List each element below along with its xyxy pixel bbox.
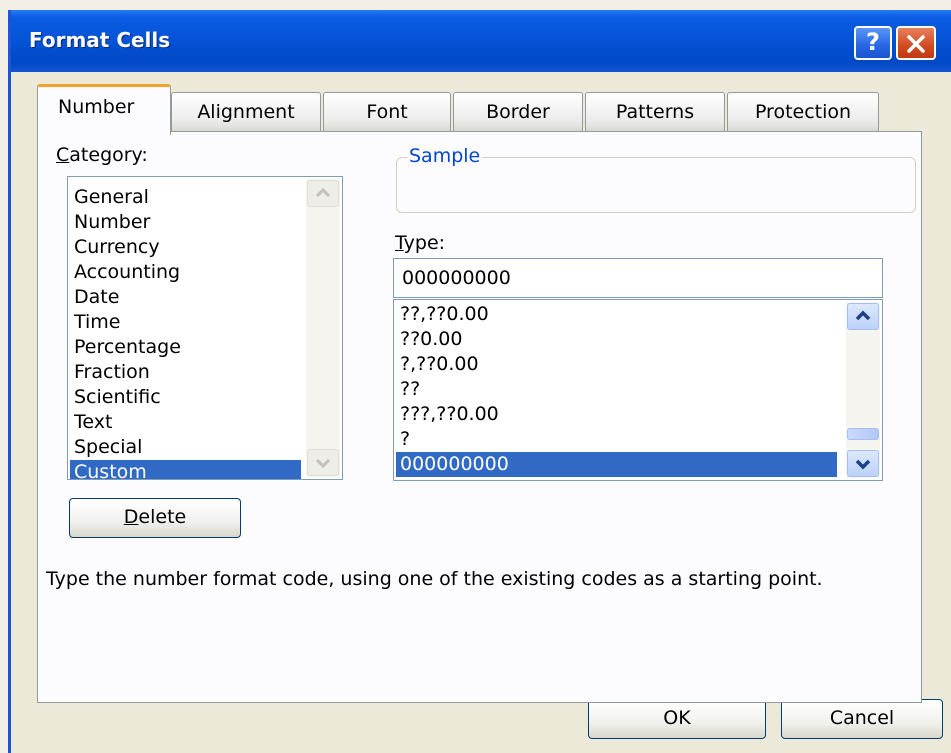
- category-item-text[interactable]: Text: [70, 410, 301, 435]
- format-code-item[interactable]: ??: [396, 377, 837, 402]
- category-item-number[interactable]: Number: [70, 210, 301, 235]
- format-code-item[interactable]: ??,??0.00: [396, 302, 837, 327]
- tab-patterns-label: Patterns: [615, 101, 695, 123]
- format-code-item[interactable]: ??0.00: [396, 327, 837, 352]
- category-item-time[interactable]: Time: [70, 310, 301, 335]
- category-scrollbar[interactable]: [306, 179, 340, 477]
- category-list[interactable]: General Number Currency Accounting Date …: [67, 176, 343, 480]
- format-scroll-up-button[interactable]: [847, 303, 879, 330]
- tab-protection[interactable]: Protection: [727, 92, 879, 132]
- ok-button[interactable]: OK: [588, 699, 766, 739]
- close-icon: [907, 35, 925, 53]
- cancel-button[interactable]: Cancel: [781, 699, 943, 739]
- category-item-fraction[interactable]: Fraction: [70, 360, 301, 385]
- help-icon: ?: [866, 28, 880, 56]
- tab-patterns[interactable]: Patterns: [585, 92, 725, 132]
- sample-group: Sample: [396, 145, 916, 213]
- tab-protection-label: Protection: [754, 101, 852, 123]
- format-code-scrollbar[interactable]: [846, 302, 880, 478]
- format-scroll-thumb[interactable]: [847, 428, 879, 440]
- category-item-percentage[interactable]: Percentage: [70, 335, 301, 360]
- category-scroll-down-button[interactable]: [307, 449, 339, 476]
- title-bar[interactable]: Format Cells ?: [11, 10, 951, 72]
- category-item-general[interactable]: General: [70, 185, 301, 210]
- category-label: Category:: [56, 144, 148, 166]
- chevron-down-icon: [855, 459, 871, 470]
- help-button[interactable]: ?: [854, 26, 892, 60]
- category-item-currency[interactable]: Currency: [70, 235, 301, 260]
- category-item-date[interactable]: Date: [70, 285, 301, 310]
- category-item-scientific[interactable]: Scientific: [70, 385, 301, 410]
- category-item-special[interactable]: Special: [70, 435, 301, 460]
- category-scroll-up-button[interactable]: [307, 180, 339, 207]
- chevron-down-icon: [315, 458, 331, 469]
- category-item-custom[interactable]: Custom: [70, 460, 301, 479]
- chevron-up-icon: [855, 310, 871, 321]
- tab-font-label: Font: [366, 101, 408, 123]
- format-cells-dialog: Format Cells ? Number Alignment Font Bor…: [8, 10, 951, 753]
- close-button[interactable]: [896, 26, 936, 60]
- category-item-accounting[interactable]: Accounting: [70, 260, 301, 285]
- type-label: Type:: [395, 232, 446, 254]
- tab-border[interactable]: Border: [453, 92, 583, 132]
- tab-font[interactable]: Font: [323, 92, 451, 132]
- number-tab-panel: Category: General Number Currency Accoun…: [37, 131, 922, 703]
- sample-legend: Sample: [407, 145, 483, 167]
- chevron-up-icon: [315, 187, 331, 198]
- format-code-item[interactable]: ???,??0.00: [396, 402, 837, 427]
- delete-button[interactable]: Delete: [69, 498, 241, 538]
- format-scroll-down-button[interactable]: [847, 450, 879, 477]
- tab-alignment[interactable]: Alignment: [171, 92, 321, 132]
- format-code-item[interactable]: ?: [396, 427, 837, 452]
- format-hint-text: Type the number format code, using one o…: [46, 568, 823, 590]
- format-code-list[interactable]: ??,??0.00 ??0.00 ?,??0.00 ?? ???,??0.00 …: [393, 299, 883, 481]
- format-code-item[interactable]: ?,??0.00: [396, 352, 837, 377]
- format-code-item-selected[interactable]: 000000000: [396, 452, 837, 477]
- type-input[interactable]: [393, 258, 883, 298]
- tab-alignment-label: Alignment: [197, 101, 295, 123]
- dialog-title: Format Cells: [29, 28, 171, 52]
- tab-number-label: Number: [58, 96, 135, 118]
- tab-border-label: Border: [486, 101, 550, 123]
- tab-number[interactable]: Number: [37, 84, 171, 135]
